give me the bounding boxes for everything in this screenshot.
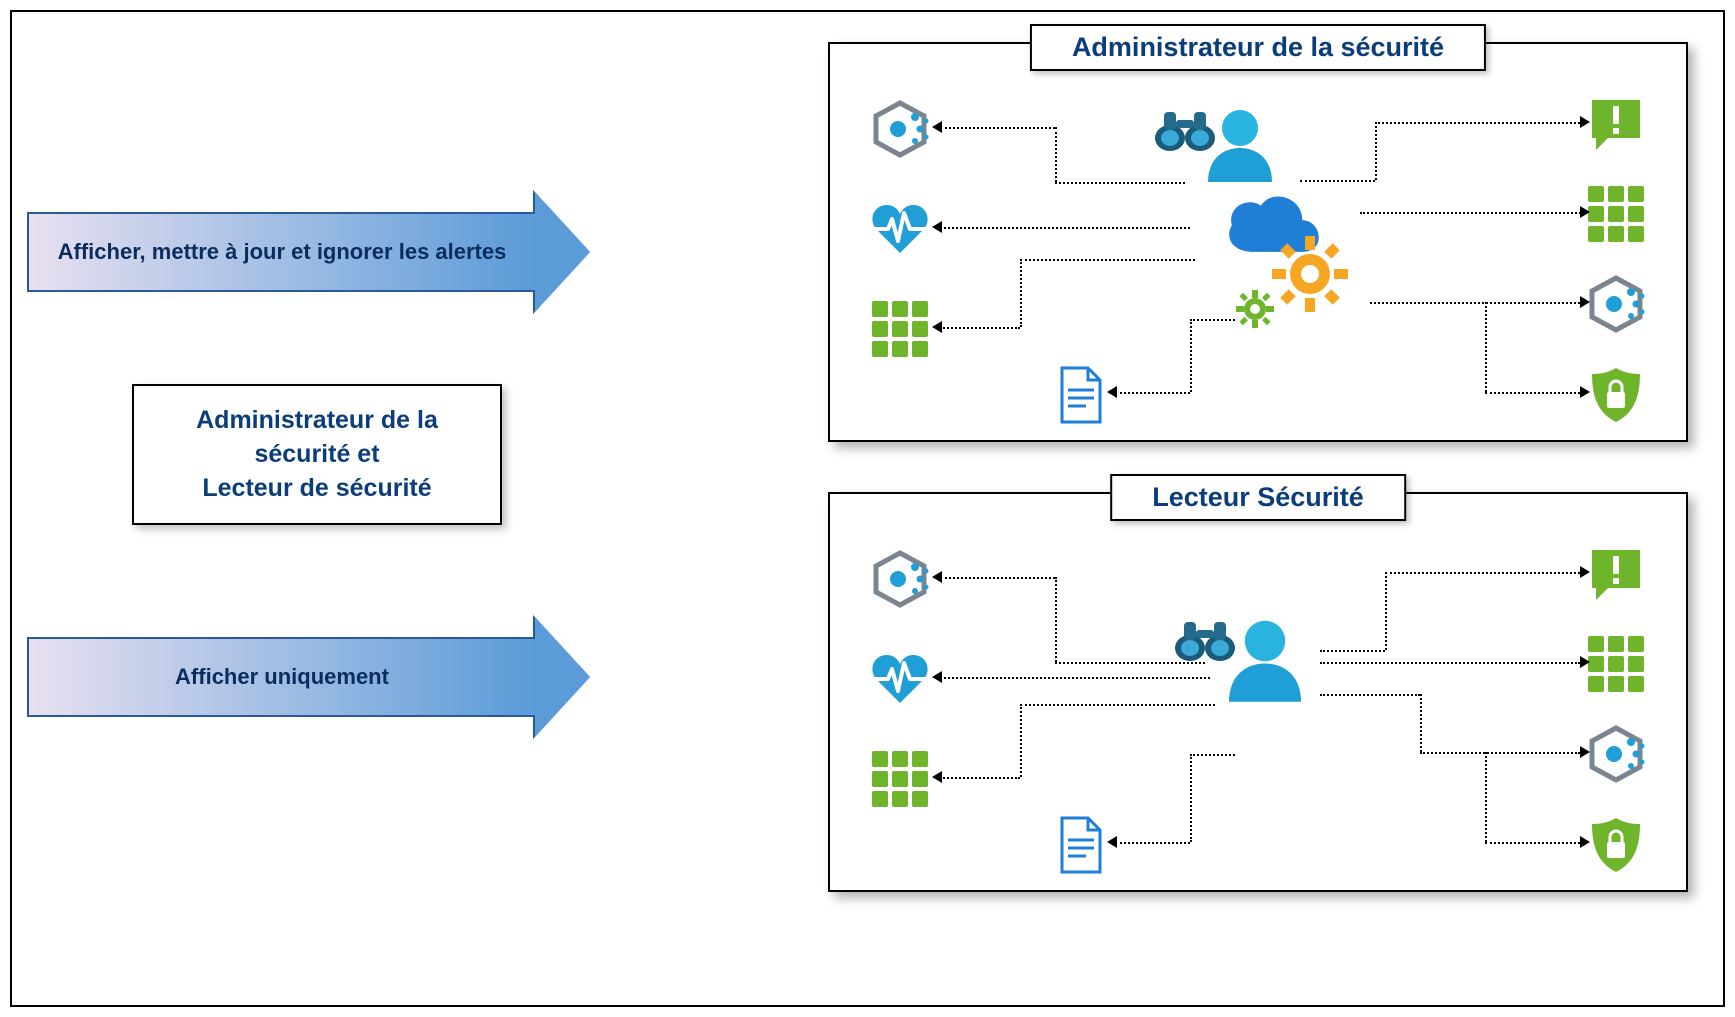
document-icon: [1050, 814, 1112, 876]
heartbeat-icon: [870, 649, 930, 709]
grid-tiles-icon: [870, 749, 930, 809]
panel-reader-title: Lecteur Sécurité: [1110, 474, 1406, 521]
shield-lock-icon: [1586, 814, 1646, 876]
roles-summary-box: Administrateur de la sécurité et Lecteur…: [132, 384, 502, 525]
grid-tiles-icon: [1586, 634, 1646, 694]
diagram-frame: Afficher, mettre à jour et ignorer les a…: [10, 10, 1725, 1007]
shield-lock-icon: [1586, 364, 1646, 426]
panel-security-reader: Lecteur Sécurité: [828, 492, 1688, 892]
arrow-reader-capabilities: Afficher uniquement: [27, 637, 590, 717]
hexagon-dots-icon: [1586, 274, 1646, 334]
heartbeat-icon: [870, 199, 930, 259]
roles-line2: sécurité et: [154, 438, 480, 472]
hexagon-dots-icon: [870, 549, 930, 609]
gear-icon: [1270, 234, 1355, 319]
arrow-admin-capabilities: Afficher, mettre à jour et ignorer les a…: [27, 212, 590, 292]
person-icon: [1220, 614, 1310, 704]
roles-line3: Lecteur de sécurité: [154, 472, 480, 506]
document-icon: [1050, 364, 1112, 426]
alert-speech-icon: [1586, 94, 1646, 154]
roles-line1: Administrateur de la: [154, 404, 480, 438]
grid-tiles-icon: [870, 299, 930, 359]
arrow-bottom-label: Afficher uniquement: [175, 664, 389, 690]
hexagon-dots-icon: [1586, 724, 1646, 784]
alert-speech-icon: [1586, 544, 1646, 604]
panel-admin-title: Administrateur de la sécurité: [1030, 24, 1486, 71]
person-icon: [1200, 104, 1280, 184]
panel-security-admin: Administrateur de la sécurité: [828, 42, 1688, 442]
arrow-top-label: Afficher, mettre à jour et ignorer les a…: [58, 239, 507, 265]
grid-tiles-icon: [1586, 184, 1646, 244]
gear-small-icon: [1235, 289, 1275, 329]
hexagon-dots-icon: [870, 99, 930, 159]
